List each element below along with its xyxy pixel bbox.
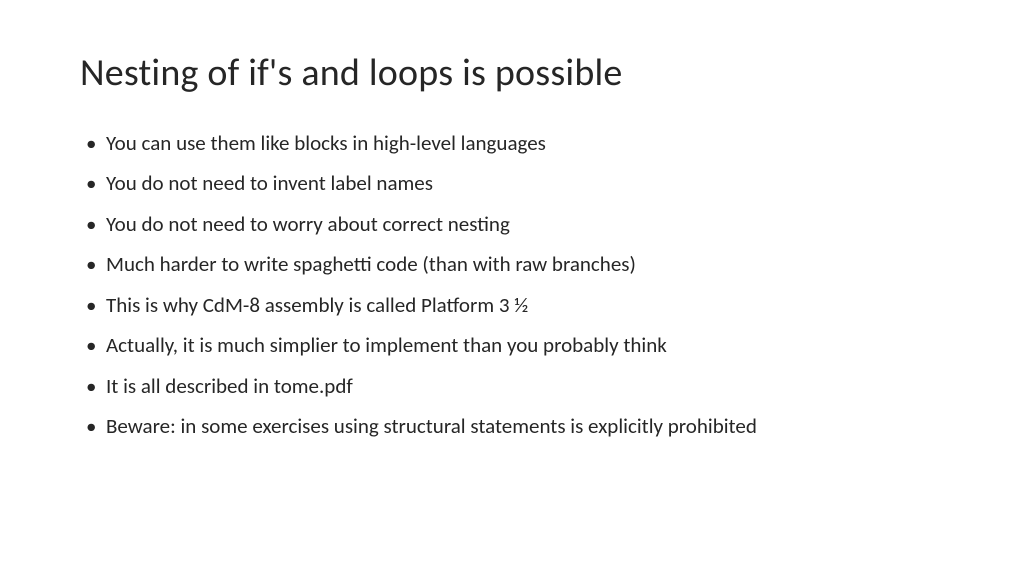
list-item: You can use them like blocks in high-lev… (86, 128, 944, 158)
slide-title: Nesting of if's and loops is possible (80, 50, 944, 96)
list-item: You do not need to invent label names (86, 168, 944, 198)
list-item: This is why CdM-8 assembly is called Pla… (86, 290, 944, 320)
bullet-list: You can use them like blocks in high-lev… (80, 128, 944, 442)
list-item: You do not need to worry about correct n… (86, 209, 944, 239)
list-item: Actually, it is much simplier to impleme… (86, 330, 944, 360)
list-item: Much harder to write spaghetti code (tha… (86, 249, 944, 279)
list-item: It is all described in tome.pdf (86, 371, 944, 401)
list-item: Beware: in some exercises using structur… (86, 411, 944, 441)
